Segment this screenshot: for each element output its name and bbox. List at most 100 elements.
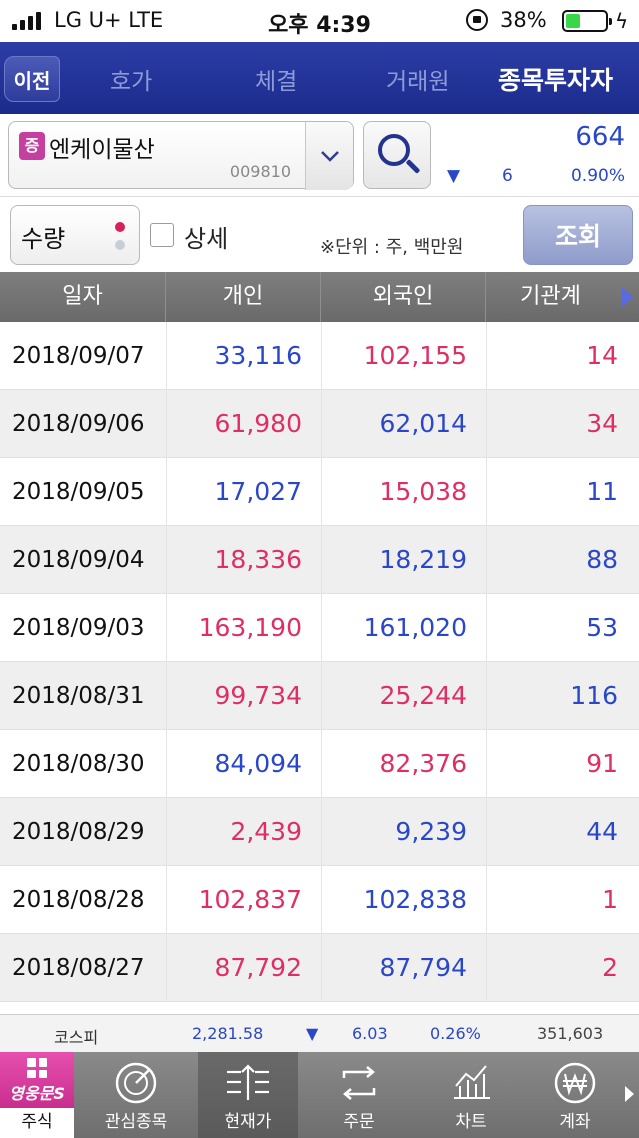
market-index-bar[interactable]: 코스피 2,281.58 ▼ 6.03 0.26% 351,603 [0,1014,639,1052]
order-icon [342,1066,376,1100]
page-dot-inactive [115,240,125,250]
table-row[interactable]: 2018/08/27 87,792 87,794 2 [0,934,639,1002]
unit-note: ※단위 : 주, 백만원 [320,237,464,258]
row-institution: 88 [486,526,628,594]
table-row[interactable]: 2018/09/03 163,190 161,020 53 [0,594,639,662]
row-date: 2018/09/05 [12,479,145,505]
status-bar: LG U+ LTE 오후 4:39 38% ϟ [0,0,639,42]
table-row[interactable]: 2018/08/28 102,837 102,838 1 [0,866,639,934]
row-date: 2018/09/03 [12,615,145,641]
nav-order[interactable]: 주문 [298,1052,420,1138]
detail-label[interactable]: 상세 [184,219,228,254]
down-arrow-icon: ▼ [447,166,461,186]
row-individual: 18,336 [166,526,312,594]
tab-trades[interactable]: 체결 [255,62,297,96]
nav-label: 현재가 [224,1112,272,1132]
charging-icon: ϟ [615,9,629,33]
battery-percent: 38% [500,8,547,32]
nav-watchlist[interactable]: 관심종목 [74,1052,198,1138]
table-row[interactable]: 2018/08/31 99,734 25,244 116 [0,662,639,730]
table-row[interactable]: 2018/09/07 33,116 102,155 14 [0,322,639,390]
index-value: 2,281.58 [192,1024,264,1043]
row-date: 2018/09/04 [12,547,145,573]
search-button[interactable] [363,121,431,189]
row-individual: 61,980 [166,390,312,458]
nav-label: 차트 [455,1112,487,1132]
row-individual: 99,734 [166,662,312,730]
nav-current-price[interactable]: 현재가 [198,1052,298,1138]
more-menu-icon[interactable] [625,1086,634,1102]
row-foreign: 87,794 [321,934,477,1002]
row-date: 2018/09/06 [12,411,145,437]
price-change-percent: 0.90% [570,166,625,186]
row-foreign: 82,376 [321,730,477,798]
quantity-toggle[interactable]: 수량 [10,205,140,265]
header-individual[interactable]: 개인 [166,272,321,322]
row-institution: 44 [486,798,628,866]
row-institution: 1 [486,866,628,934]
index-change-percent: 0.26% [430,1024,481,1043]
won-icon [554,1062,596,1104]
scroll-right-icon[interactable] [622,287,633,307]
nav-label: 주문 [343,1112,375,1132]
row-institution: 53 [486,594,628,662]
stock-code: 009810 [229,162,291,181]
table-row[interactable]: 2018/08/30 84,094 82,376 91 [0,730,639,798]
index-down-arrow-icon: ▼ [306,1024,319,1043]
row-foreign: 15,038 [321,458,477,526]
table-row[interactable]: 2018/09/04 18,336 18,219 88 [0,526,639,594]
nav-label: 관심종목 [104,1112,168,1132]
row-individual: 17,027 [166,458,312,526]
row-foreign: 161,020 [321,594,477,662]
header-date[interactable]: 일자 [0,272,166,322]
row-institution: 116 [486,662,628,730]
top-nav: 이전 호가 체결 거래원 종목투자자 [0,42,639,114]
page-dot-active [115,222,125,232]
carrier-label: LG U+ LTE [54,8,164,32]
detail-checkbox[interactable] [150,223,174,247]
orientation-lock-icon [466,9,488,31]
stock-name: 엔케이물산 [49,137,155,163]
row-institution: 91 [486,730,628,798]
table-row[interactable]: 2018/09/05 17,027 15,038 11 [0,458,639,526]
table-header: 일자 개인 외국인 기관계 [0,272,639,322]
row-individual: 87,792 [166,934,312,1002]
row-foreign: 62,014 [321,390,477,458]
stock-selector[interactable]: 증 엔케이물산 009810 [8,121,354,190]
home-menu-button[interactable]: 영웅문S 주식 [0,1052,74,1138]
tab-hoga[interactable]: 호가 [110,62,152,96]
price-change: 6 [502,166,513,186]
row-foreign: 102,155 [321,322,477,390]
index-change: 6.03 [352,1024,388,1043]
nav-chart[interactable]: 차트 [420,1052,522,1138]
tab-investors[interactable]: 종목투자자 [498,61,613,97]
row-institution: 34 [486,390,628,458]
row-foreign: 25,244 [321,662,477,730]
row-institution: 11 [486,458,628,526]
nav-account[interactable]: 계좌 [522,1052,628,1138]
row-institution: 2 [486,934,628,1002]
stock-dropdown-button[interactable] [305,122,353,190]
row-date: 2018/08/27 [12,955,145,981]
row-date: 2018/08/30 [12,751,145,777]
current-price: 664 [575,122,625,152]
signal-icon [12,12,41,30]
target-icon [115,1062,157,1104]
tab-brokers[interactable]: 거래원 [386,62,449,96]
row-individual: 2,439 [166,798,312,866]
row-date: 2018/09/07 [12,343,145,369]
row-individual: 163,190 [166,594,312,662]
table-row[interactable]: 2018/08/29 2,439 9,239 44 [0,798,639,866]
header-institution[interactable]: 기관계 [486,272,639,322]
row-foreign: 102,838 [321,866,477,934]
query-button[interactable]: 조회 [523,205,633,265]
back-button[interactable]: 이전 [4,56,60,102]
row-individual: 84,094 [166,730,312,798]
table-row[interactable]: 2018/09/06 61,980 62,014 34 [0,390,639,458]
row-date: 2018/08/31 [12,683,145,709]
header-foreign[interactable]: 외국인 [321,272,486,322]
app-logo: 영웅문S [9,1084,65,1103]
nav-label: 계좌 [559,1112,591,1132]
chevron-down-icon [320,151,339,162]
index-volume: 351,603 [537,1024,604,1043]
